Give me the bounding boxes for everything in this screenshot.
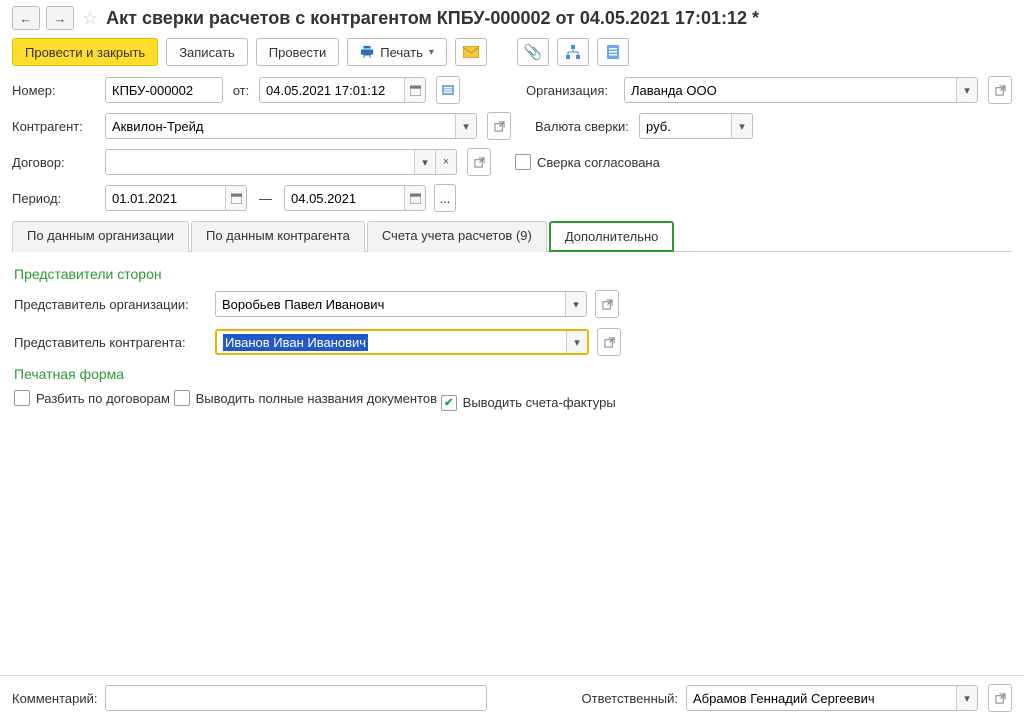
page-title: Акт сверки расчетов с контрагентом КПБУ-…: [106, 8, 759, 29]
calendar-icon[interactable]: [225, 186, 246, 210]
section-print-form: Печатная форма: [14, 366, 1010, 382]
org-rep-open-button[interactable]: [595, 290, 619, 318]
tab-org-data[interactable]: По данным организации: [12, 221, 189, 252]
contract-dropdown-icon[interactable]: ▾: [414, 150, 435, 174]
tab-additional[interactable]: Дополнительно: [549, 221, 675, 252]
ellipsis-icon: ...: [440, 191, 451, 206]
email-button[interactable]: [455, 38, 487, 66]
date-input[interactable]: [260, 78, 404, 102]
split-by-contracts-label: Разбить по договорам: [36, 391, 170, 406]
hierarchy-icon: [566, 45, 580, 59]
currency-label: Валюта сверки:: [535, 119, 631, 134]
output-invoices-label: Выводить счета-фактуры: [463, 395, 616, 410]
toolbar: Провести и закрыть Записать Провести Печ…: [0, 34, 1024, 76]
number-input[interactable]: [106, 78, 222, 102]
list-icon: [607, 45, 619, 59]
print-button-label: Печать: [380, 45, 423, 60]
calendar-icon[interactable]: [404, 186, 425, 210]
period-select-button[interactable]: ...: [434, 184, 456, 212]
full-doc-names-label: Выводить полные названия документов: [196, 391, 437, 406]
tab-counterparty-data[interactable]: По данным контрагента: [191, 221, 365, 252]
comment-label: Комментарий:: [12, 691, 97, 706]
output-invoices-checkbox[interactable]: ✔: [441, 395, 457, 411]
responsible-open-button[interactable]: [988, 684, 1012, 712]
calendar-icon[interactable]: [404, 78, 425, 102]
envelope-icon: [463, 46, 479, 58]
print-button[interactable]: Печать ▾: [347, 38, 447, 66]
cp-rep-field[interactable]: Иванов Иван Иванович ▾: [215, 329, 589, 355]
arrow-left-icon: ←: [20, 11, 33, 26]
nav-forward-button[interactable]: →: [46, 6, 74, 30]
org-label: Организация:: [526, 83, 616, 98]
printer-icon: [360, 45, 374, 59]
tab-list: По данным организации По данным контраге…: [12, 220, 1012, 252]
footer: Комментарий: Ответственный: ▾: [0, 675, 1024, 722]
org-rep-input[interactable]: [216, 292, 565, 316]
cp-rep-label: Представитель контрагента:: [14, 335, 209, 350]
paperclip-icon: 📎: [524, 43, 543, 61]
period-dash: —: [255, 191, 276, 206]
agreed-label: Сверка согласована: [537, 155, 660, 170]
counterparty-input[interactable]: [106, 114, 455, 138]
currency-input[interactable]: [640, 114, 731, 138]
org-input[interactable]: [625, 78, 956, 102]
arrow-right-icon: →: [54, 11, 67, 26]
org-dropdown-icon[interactable]: ▾: [956, 78, 977, 102]
tab-panel-additional: Представители сторон Представитель орган…: [12, 252, 1012, 429]
chevron-down-icon: ▾: [429, 47, 434, 58]
contract-input[interactable]: [106, 150, 414, 174]
post-and-close-button[interactable]: Провести и закрыть: [12, 38, 158, 66]
currency-dropdown-icon[interactable]: ▾: [731, 114, 752, 138]
full-doc-names-checkbox[interactable]: [174, 390, 190, 406]
date-extra-button[interactable]: [436, 76, 460, 104]
post-button[interactable]: Провести: [256, 38, 340, 66]
structure-button[interactable]: [557, 38, 589, 66]
tab-accounts[interactable]: Счета учета расчетов (9): [367, 221, 547, 252]
report-button[interactable]: [597, 38, 629, 66]
period-to-input[interactable]: [285, 186, 404, 210]
period-label: Период:: [12, 191, 97, 206]
split-by-contracts-checkbox[interactable]: [14, 390, 30, 406]
org-rep-dropdown-icon[interactable]: ▾: [565, 292, 586, 316]
contract-label: Договор:: [12, 155, 97, 170]
from-label: от:: [231, 83, 251, 98]
contract-clear-icon[interactable]: ×: [435, 150, 456, 174]
agreed-checkbox[interactable]: [515, 154, 531, 170]
responsible-input[interactable]: [687, 686, 956, 710]
cp-rep-value: Иванов Иван Иванович: [223, 334, 368, 351]
section-representatives: Представители сторон: [14, 266, 1010, 282]
counterparty-label: Контрагент:: [12, 119, 97, 134]
counterparty-dropdown-icon[interactable]: ▾: [455, 114, 476, 138]
save-button[interactable]: Записать: [166, 38, 248, 66]
comment-input[interactable]: [106, 686, 486, 710]
responsible-dropdown-icon[interactable]: ▾: [956, 686, 977, 710]
cp-rep-open-button[interactable]: [597, 328, 621, 356]
counterparty-open-button[interactable]: [487, 112, 511, 140]
favorite-star-icon[interactable]: ☆: [82, 8, 98, 29]
attachment-button[interactable]: 📎: [517, 38, 549, 66]
nav-back-button[interactable]: ←: [12, 6, 40, 30]
org-rep-label: Представитель организации:: [14, 297, 209, 312]
period-from-input[interactable]: [106, 186, 225, 210]
contract-open-button[interactable]: [467, 148, 491, 176]
responsible-label: Ответственный:: [582, 691, 678, 706]
cp-rep-dropdown-icon[interactable]: ▾: [566, 331, 587, 353]
org-open-button[interactable]: [988, 76, 1012, 104]
number-label: Номер:: [12, 83, 97, 98]
